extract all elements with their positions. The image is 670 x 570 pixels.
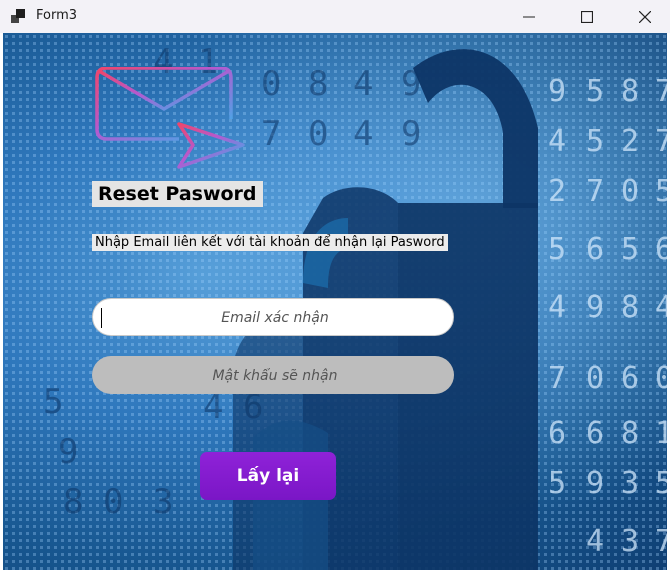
svg-text:8: 8 bbox=[621, 74, 639, 109]
svg-text:7: 7 bbox=[548, 361, 566, 396]
svg-text:6: 6 bbox=[586, 416, 604, 451]
description-label: Nhập Email liên kết với tài khoản để nhậ… bbox=[92, 234, 448, 251]
svg-text:4: 4 bbox=[353, 64, 373, 104]
window-title: Form3 bbox=[36, 8, 78, 23]
svg-text:2: 2 bbox=[548, 174, 566, 209]
svg-text:7: 7 bbox=[655, 124, 667, 159]
form-client-area: 0849 7049 41 308 5946 9587 4527 2705 565… bbox=[3, 33, 667, 570]
svg-text:0: 0 bbox=[586, 361, 604, 396]
svg-text:5: 5 bbox=[655, 466, 667, 501]
svg-text:3: 3 bbox=[621, 524, 639, 559]
title-bar: Form3 bbox=[0, 0, 670, 33]
email-field[interactable] bbox=[92, 298, 457, 337]
password-field[interactable] bbox=[92, 356, 458, 396]
close-button[interactable] bbox=[622, 0, 668, 33]
close-icon bbox=[639, 10, 651, 23]
svg-text:1: 1 bbox=[655, 416, 667, 451]
svg-text:9: 9 bbox=[548, 74, 566, 109]
svg-text:4: 4 bbox=[586, 524, 604, 559]
svg-text:5: 5 bbox=[655, 174, 667, 209]
svg-text:8: 8 bbox=[621, 416, 639, 451]
svg-text:0: 0 bbox=[621, 174, 639, 209]
svg-text:0: 0 bbox=[308, 114, 328, 154]
maximize-button[interactable] bbox=[564, 0, 610, 33]
password-input[interactable] bbox=[92, 356, 458, 396]
svg-text:7: 7 bbox=[655, 524, 667, 559]
svg-text:8: 8 bbox=[63, 482, 83, 522]
email-input[interactable] bbox=[93, 299, 457, 337]
svg-text:4: 4 bbox=[548, 290, 566, 325]
svg-text:9: 9 bbox=[401, 114, 421, 154]
svg-text:0: 0 bbox=[261, 64, 281, 104]
svg-text:9: 9 bbox=[586, 290, 604, 325]
minimize-icon bbox=[523, 16, 535, 17]
svg-text:4: 4 bbox=[655, 290, 667, 325]
page-title: Reset Pasword bbox=[92, 181, 263, 207]
svg-text:5: 5 bbox=[43, 382, 63, 422]
svg-text:7: 7 bbox=[655, 74, 667, 109]
maximize-icon bbox=[581, 10, 593, 23]
svg-text:6: 6 bbox=[548, 416, 566, 451]
svg-text:9: 9 bbox=[58, 432, 78, 472]
svg-text:3: 3 bbox=[621, 466, 639, 501]
svg-text:5: 5 bbox=[548, 466, 566, 501]
svg-text:6: 6 bbox=[655, 232, 667, 267]
svg-text:3: 3 bbox=[153, 482, 173, 522]
retrieve-button[interactable]: Lấy lại bbox=[200, 452, 336, 500]
svg-text:5: 5 bbox=[586, 124, 604, 159]
svg-text:9: 9 bbox=[586, 466, 604, 501]
svg-text:8: 8 bbox=[308, 64, 328, 104]
svg-text:5: 5 bbox=[548, 232, 566, 267]
svg-text:7: 7 bbox=[586, 174, 604, 209]
svg-text:5: 5 bbox=[621, 232, 639, 267]
app-form-icon bbox=[11, 9, 25, 23]
svg-text:6: 6 bbox=[621, 361, 639, 396]
svg-text:6: 6 bbox=[586, 232, 604, 267]
svg-text:4: 4 bbox=[353, 114, 373, 154]
svg-text:4: 4 bbox=[548, 124, 566, 159]
svg-text:0: 0 bbox=[655, 361, 667, 396]
svg-text:5: 5 bbox=[586, 74, 604, 109]
svg-text:8: 8 bbox=[621, 290, 639, 325]
window: Form3 0849 7049 4 1 3 0 8 5 9 4 9 5 8 7 … bbox=[0, 0, 670, 570]
minimize-button[interactable] bbox=[506, 0, 552, 33]
svg-text:0: 0 bbox=[103, 482, 123, 522]
mail-send-icon bbox=[95, 67, 245, 169]
svg-text:7: 7 bbox=[261, 114, 281, 154]
svg-text:2: 2 bbox=[621, 124, 639, 159]
